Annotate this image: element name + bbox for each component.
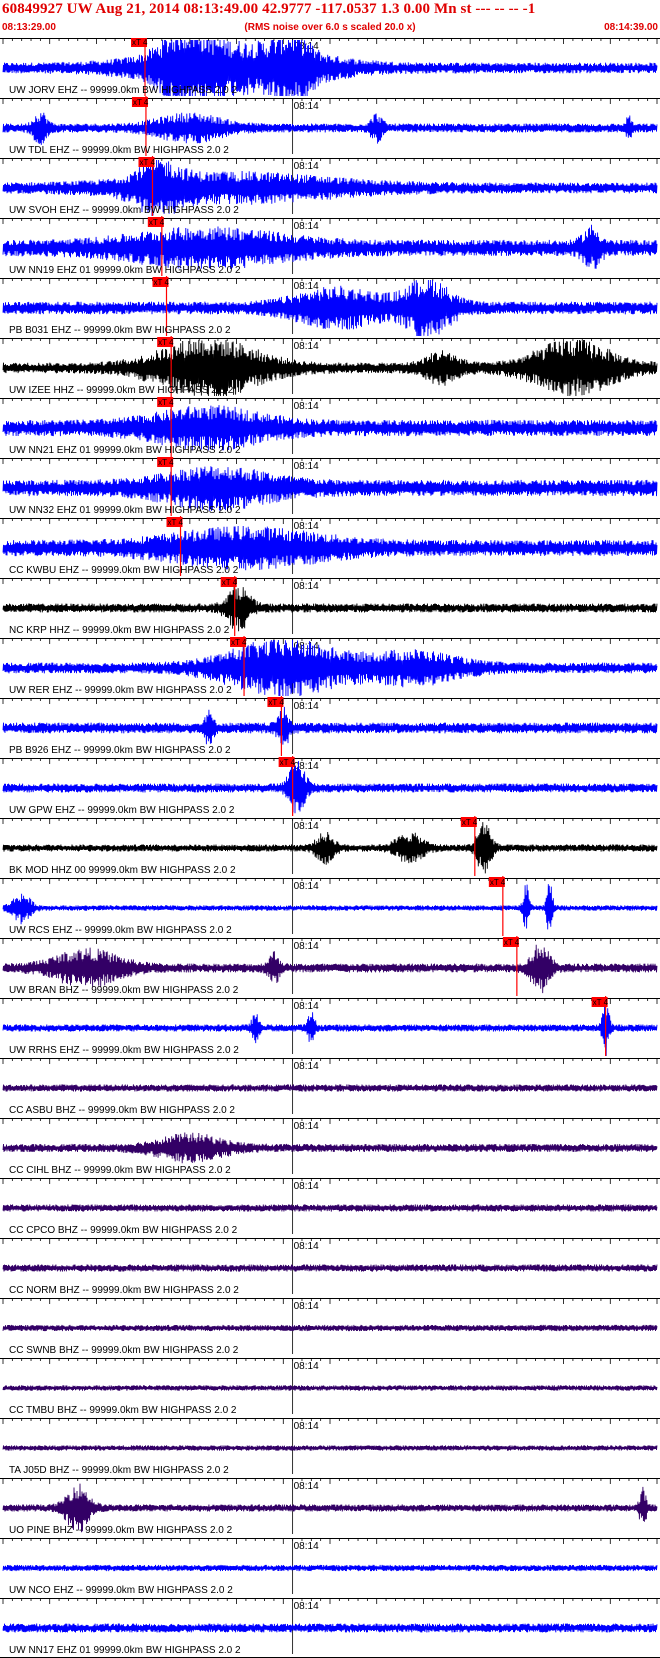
waveform: [2, 1385, 658, 1391]
station-label: UO PINE BHZ -- 99999.0km BW HIGHPASS 2.0…: [9, 1525, 233, 1536]
waveform: [2, 1564, 658, 1572]
waveform: [2, 884, 658, 930]
minute-marker-label: 08:14: [294, 821, 319, 832]
station-label: UW NN32 EHZ 01 99999.0km BW HIGHPASS 2.0…: [9, 505, 241, 516]
station-label: CC KWBU EHZ -- 99999.0km BW HIGHPASS 2.0…: [9, 565, 239, 576]
waveform: [2, 1084, 658, 1092]
pick-label: xT 4: [158, 398, 174, 407]
pick-label: xT 4: [222, 578, 238, 587]
waveform: [2, 1623, 658, 1633]
minute-marker-label: 08:14: [294, 881, 319, 892]
minute-marker-label: 08:14: [294, 1301, 319, 1312]
station-label: PB B031 EHZ -- 99999.0km BW HIGHPASS 2.0…: [9, 325, 231, 336]
event-title: 60849927 UW Aug 21, 2014 08:13:49.00 42.…: [2, 1, 536, 17]
station-label: UW NN19 EHZ 01 99999.0km BW HIGHPASS 2.0…: [9, 265, 241, 276]
minute-marker-label: 08:14: [294, 1481, 319, 1492]
pick-label: xT 4: [490, 878, 506, 887]
pick-label: xT 4: [593, 998, 609, 1007]
station-label: PB B926 EHZ -- 99999.0km BW HIGHPASS 2.0…: [9, 745, 231, 756]
seismogram-plot: 08:14 xT 4 UW JORV EHZ -- 99999.0km BW HIG…: [0, 38, 660, 1658]
minute-marker-label: 08:14: [294, 221, 319, 232]
waveform: [2, 1324, 658, 1332]
station-label: TA J05D BHZ -- 99999.0km BW HIGHPASS 2.0…: [9, 1465, 229, 1476]
station-label: CC NORM BHZ -- 99999.0km BW HIGHPASS 2.0…: [9, 1285, 239, 1296]
station-label: CC TMBU BHZ -- 99999.0km BW HIGHPASS 2.0…: [9, 1405, 237, 1416]
station-label: UW NN17 EHZ 01 99999.0km BW HIGHPASS 2.0…: [9, 1645, 241, 1656]
waveform: [2, 1264, 658, 1272]
station-label: UW SVOH EHZ -- 99999.0km BW HIGHPASS 2.0…: [9, 205, 239, 216]
pick-label: xT 4: [504, 938, 520, 947]
station-label: UW RRHS EHZ -- 99999.0km BW HIGHPASS 2.0…: [9, 1045, 239, 1056]
waveform: [2, 1132, 658, 1164]
station-label: CC CPCO BHZ -- 99999.0km BW HIGHPASS 2.0…: [9, 1225, 238, 1236]
minute-marker-label: 08:14: [294, 1001, 319, 1012]
minute-marker-label: 08:14: [294, 1181, 319, 1192]
waveform: [2, 112, 658, 145]
station-label: UW NN21 EHZ 01 99999.0km BW HIGHPASS 2.0…: [9, 445, 241, 456]
station-label: UW RCS EHZ -- 99999.0km BW HIGHPASS 2.0 …: [9, 925, 232, 936]
waveform: [2, 525, 658, 571]
scaling-note: (RMS noise over 6.0 s scaled 20.0 x): [244, 22, 416, 33]
minute-marker-label: 08:14: [294, 401, 319, 412]
station-label: CC CIHL BHZ -- 99999.0km BW HIGHPASS 2.0…: [9, 1165, 231, 1176]
minute-marker-label: 08:14: [294, 701, 319, 712]
station-label: CC SWNB BHZ -- 99999.0km BW HIGHPASS 2.0…: [9, 1345, 239, 1356]
pick-label: xT 4: [132, 38, 148, 47]
pick-label: xT 4: [158, 338, 174, 347]
minute-marker-label: 08:14: [294, 1601, 319, 1612]
station-label: NC KRP HHZ -- 99999.0km BW HIGHPASS 2.0 …: [9, 625, 230, 636]
pick-label: xT 4: [280, 758, 296, 767]
pick-label: xT 4: [158, 458, 174, 467]
pick-label: xT 4: [149, 218, 165, 227]
pick-label: xT 4: [231, 638, 247, 647]
end-time: 08:14:39.00: [604, 22, 658, 33]
pick-label: xT 4: [462, 818, 478, 827]
pick-label: xT 4: [139, 158, 155, 167]
pick-label: xT 4: [268, 698, 284, 707]
waveform: [2, 1204, 658, 1212]
minute-marker-label: 08:14: [294, 341, 319, 352]
minute-marker-label: 08:14: [294, 521, 319, 532]
minute-marker-label: 08:14: [294, 1541, 319, 1552]
pick-label: xT 4: [133, 98, 149, 107]
minute-marker-label: 08:14: [294, 1061, 319, 1072]
waveform: [2, 706, 658, 745]
station-label: UW IZEE HHZ -- 99999.0km BW HIGHPASS 2.0…: [9, 385, 234, 396]
station-label: BK MOD HHZ 00 99999.0km BW HIGHPASS 2.0 …: [9, 865, 236, 876]
waveform: [2, 1445, 658, 1451]
station-label: UW TDL EHZ -- 99999.0km BW HIGHPASS 2.0 …: [9, 145, 229, 156]
waveform: [2, 405, 658, 451]
minute-marker-label: 08:14: [294, 1241, 319, 1252]
station-label: UW RER EHZ -- 99999.0km BW HIGHPASS 2.0 …: [9, 685, 232, 696]
minute-marker-label: 08:14: [294, 1421, 319, 1432]
waveform: [2, 224, 658, 270]
minute-marker-label: 08:14: [294, 1361, 319, 1372]
minute-marker-label: 08:14: [294, 281, 319, 292]
minute-marker-label: 08:14: [294, 461, 319, 472]
station-label: UW BRAN BHZ -- 99999.0km BW HIGHPASS 2.0…: [9, 985, 239, 996]
pick-label: xT 4: [154, 278, 170, 287]
minute-marker-label: 08:14: [294, 1121, 319, 1132]
minute-marker-label: 08:14: [294, 161, 319, 172]
pick-label: xT 4: [168, 518, 184, 527]
minute-marker-label: 08:14: [294, 941, 319, 952]
minute-marker-label: 08:14: [294, 101, 319, 112]
header: 60849927 UW Aug 21, 2014 08:13:49.00 42.…: [0, 0, 660, 38]
minute-marker-label: 08:14: [294, 581, 319, 592]
station-label: UW NCO EHZ -- 99999.0km BW HIGHPASS 2.0 …: [9, 1585, 233, 1596]
station-label: CC ASBU BHZ -- 99999.0km BW HIGHPASS 2.0…: [9, 1105, 235, 1116]
station-label: UW GPW EHZ -- 99999.0km BW HIGHPASS 2.0 …: [9, 805, 235, 816]
station-label: UW JORV EHZ -- 99999.0km BW HIGHPASS 2.0…: [9, 85, 237, 96]
